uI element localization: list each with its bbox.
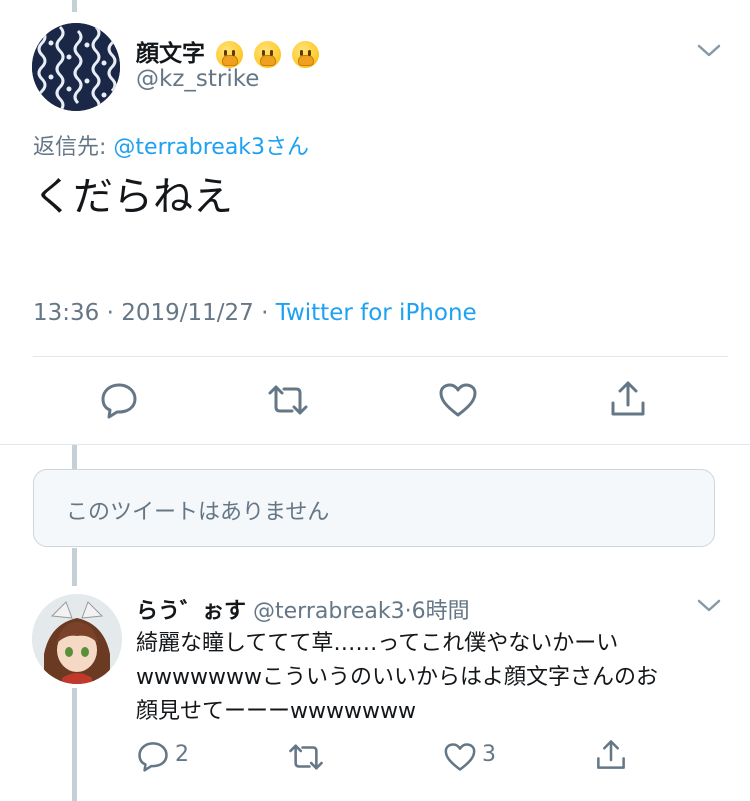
reply-icon[interactable]	[100, 381, 138, 419]
client-link[interactable]: Twitter for iPhone	[276, 300, 477, 326]
tweet-meta: 13:36 · 2019/11/27 · Twitter for iPhone	[33, 300, 477, 326]
reply-prefix: 返信先:	[33, 135, 114, 160]
reply-user-handle[interactable]: @terrabreak3	[253, 599, 405, 624]
reply-to-link[interactable]: @terrabreak3	[113, 135, 265, 160]
user-handle[interactable]: @kz_strike	[136, 66, 259, 92]
unavailable-tweet-box: このツイートはありません	[33, 469, 715, 547]
like-count: 3	[482, 742, 496, 767]
retweet-icon[interactable]	[287, 742, 325, 772]
shushing-face-icon	[254, 41, 282, 68]
relative-time[interactable]: 6時間	[412, 599, 470, 624]
timestamp: 13:36 · 2019/11/27 ·	[33, 300, 276, 326]
avatar[interactable]	[32, 23, 120, 111]
shushing-face-icon	[216, 41, 244, 68]
reply-header: らう゛ぉす @terrabreak3·6時間	[136, 593, 470, 625]
unavailable-tweet-text: このツイートはありません	[66, 500, 330, 525]
reply-context: 返信先: @terrabreak3さん	[33, 129, 309, 161]
reply-display-name[interactable]: らう゛ぉす	[136, 599, 246, 624]
reply-text-line: 顔見せてーーーwwwwwww	[136, 699, 416, 724]
reply-text-line: 綺麗な瞳しててて草……ってこれ僕やないかーい	[136, 631, 619, 656]
divider	[0, 444, 750, 445]
reply-icon[interactable]	[137, 740, 169, 772]
reply-text-line: wwwwwwwこういうのいいからはよ顔文字さんのお	[136, 665, 658, 690]
shushing-face-icon	[292, 41, 320, 68]
display-name[interactable]: 顔文字	[136, 34, 320, 68]
thread-line-top	[72, 0, 77, 12]
tweet-text: くだらねえ	[33, 174, 233, 220]
chevron-down-icon[interactable]	[696, 597, 722, 615]
separator-dot: ·	[404, 599, 412, 624]
divider	[33, 356, 728, 357]
reply-count: 2	[175, 742, 189, 767]
thread-line-middle	[72, 445, 77, 469]
display-name-text: 顔文字	[136, 41, 205, 67]
avatar[interactable]	[32, 594, 122, 684]
like-heart-icon[interactable]	[438, 382, 478, 418]
thread-line-bottom	[72, 688, 77, 801]
share-icon[interactable]	[609, 379, 647, 419]
reply-suffix: さん	[265, 135, 310, 160]
reply-tweet-text: 綺麗な瞳しててて草……ってこれ僕やないかーい wwwwwwwこういうのいいからは…	[136, 627, 658, 729]
chevron-down-icon[interactable]	[696, 42, 722, 60]
retweet-icon[interactable]	[266, 383, 310, 417]
share-icon[interactable]	[595, 738, 627, 772]
like-heart-icon[interactable]	[443, 742, 477, 772]
thread-line-lower	[72, 548, 77, 586]
